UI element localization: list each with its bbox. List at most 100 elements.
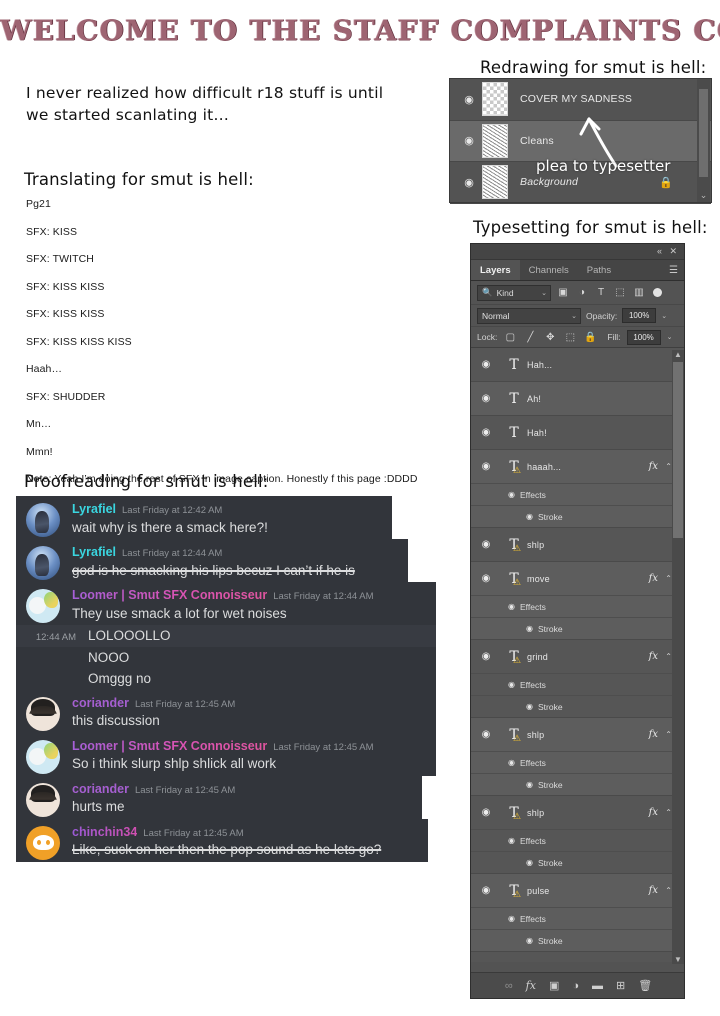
lock-transparency-icon[interactable]: ▢ xyxy=(503,332,517,343)
chevron-up-icon[interactable]: ⌃ xyxy=(665,462,672,471)
layer-row[interactable]: ◉ T ⚠ shlp fx ⌃ ◉ Effects ◉ Stroke xyxy=(471,718,684,796)
layer-visibility-eye-icon[interactable]: ◉ xyxy=(471,807,501,818)
filter-kind-select[interactable]: 🔍 Kind ⌄ xyxy=(477,284,551,301)
message-author[interactable]: coriander xyxy=(72,696,129,711)
layer-visibility-eye-icon[interactable]: ◉ xyxy=(471,651,501,662)
layer-list-scrollbar[interactable]: ▲ ▼ xyxy=(672,350,684,964)
layer-effect-row[interactable]: ◉ Effects xyxy=(471,595,684,617)
layer-fx-badge[interactable]: fx xyxy=(649,807,658,818)
avatar[interactable] xyxy=(26,696,60,731)
chevron-down-icon[interactable]: ⌄ xyxy=(571,312,577,320)
layer-effect-row[interactable]: ◉ Effects xyxy=(471,483,684,505)
avatar[interactable] xyxy=(26,589,60,623)
layer-effect-row[interactable]: ◉ Stroke xyxy=(471,505,684,527)
avatar[interactable] xyxy=(26,503,60,537)
layer-fx-badge[interactable]: fx xyxy=(649,651,658,662)
chevron-down-icon[interactable]: ⌄ xyxy=(541,289,547,297)
layer-visibility-eye-icon[interactable]: ◉ xyxy=(471,461,501,472)
layer-visibility-eye-icon[interactable]: ◉ xyxy=(456,93,482,106)
lock-position-icon[interactable]: ✥ xyxy=(543,332,557,343)
lock-artboard-icon[interactable]: ⬚ xyxy=(563,332,577,343)
layer-effect-row[interactable]: ◉ Effects xyxy=(471,829,684,851)
chevron-up-icon[interactable]: ⌃ xyxy=(665,652,672,661)
layer-effect-row[interactable]: ◉ Effects xyxy=(471,907,684,929)
new-group-icon[interactable]: ▬ xyxy=(592,980,603,992)
layer-row[interactable]: ◉ T Hah! xyxy=(471,416,684,450)
layer-visibility-eye-icon[interactable]: ◉ xyxy=(471,427,501,438)
link-layers-icon[interactable]: ∞ xyxy=(505,980,513,992)
effect-visibility-eye-icon[interactable]: ◉ xyxy=(515,858,533,867)
layer-row[interactable]: ◉ T ⚠ shlp fx ⌃ ◉ Effects ◉ Stroke xyxy=(471,796,684,874)
avatar[interactable] xyxy=(26,739,60,774)
message-author[interactable]: coriander xyxy=(72,782,129,797)
chevron-up-icon[interactable]: ⌃ xyxy=(665,730,672,739)
layer-visibility-eye-icon[interactable]: ◉ xyxy=(456,176,482,189)
avatar[interactable] xyxy=(26,782,60,817)
avatar[interactable] xyxy=(26,825,60,860)
adjustment-layer-icon[interactable]: ◑ xyxy=(572,980,579,992)
filter-adjustment-icon[interactable]: ◑ xyxy=(575,287,589,298)
effect-visibility-eye-icon[interactable]: ◉ xyxy=(515,624,533,633)
tab-layers[interactable]: Layers xyxy=(471,260,520,280)
layer-fx-badge[interactable]: fx xyxy=(649,461,658,472)
redraw-scrollbar-thumb[interactable] xyxy=(699,89,708,177)
layer-effect-row[interactable]: ◉ Stroke xyxy=(471,851,684,873)
avatar[interactable] xyxy=(26,546,60,580)
opacity-value[interactable]: 100% xyxy=(622,308,657,323)
new-layer-icon[interactable]: ⊞ xyxy=(616,979,625,992)
message-author[interactable]: chinchin34 xyxy=(72,825,137,840)
effect-visibility-eye-icon[interactable]: ◉ xyxy=(515,936,533,945)
effect-visibility-eye-icon[interactable]: ◉ xyxy=(497,680,515,689)
layer-effect-row[interactable]: ◉ Effects xyxy=(471,673,684,695)
chevron-up-icon[interactable]: ⌃ xyxy=(665,574,672,583)
filter-smart-object-icon[interactable]: ▥ xyxy=(632,287,646,298)
layer-row[interactable]: ◉ T⚠ pulse fx ⌃ ◉ Effects ◉ Stroke xyxy=(471,874,684,952)
effect-visibility-eye-icon[interactable]: ◉ xyxy=(497,602,515,611)
layer-visibility-eye-icon[interactable]: ◉ xyxy=(471,393,501,404)
layer-scrollbar-thumb[interactable] xyxy=(673,362,683,538)
scroll-up-icon[interactable]: ▲ xyxy=(672,350,684,359)
filter-type-icon[interactable]: T xyxy=(594,287,608,298)
effect-visibility-eye-icon[interactable]: ◉ xyxy=(497,758,515,767)
layer-visibility-eye-icon[interactable]: ◉ xyxy=(471,539,501,550)
redraw-scrollbar[interactable]: ⌄ xyxy=(697,79,710,202)
close-icon[interactable]: ✕ xyxy=(669,246,677,257)
layer-row[interactable]: ◉ T ⚠ shlp xyxy=(471,528,684,562)
effect-visibility-eye-icon[interactable]: ◉ xyxy=(497,836,515,845)
opacity-chevron-down-icon[interactable]: ⌄ xyxy=(661,312,667,320)
layer-visibility-eye-icon[interactable]: ◉ xyxy=(471,885,501,896)
message-author[interactable]: Lyrafiel xyxy=(72,502,116,517)
tab-paths[interactable]: Paths xyxy=(578,260,620,280)
layer-visibility-eye-icon[interactable]: ◉ xyxy=(471,359,501,370)
layer-visibility-eye-icon[interactable]: ◉ xyxy=(471,729,501,740)
effect-visibility-eye-icon[interactable]: ◉ xyxy=(497,490,515,499)
layer-effect-row[interactable]: ◉ Stroke xyxy=(471,773,684,795)
layer-fx-badge[interactable]: fx xyxy=(649,885,658,896)
message-author[interactable]: Loomer | Smut SFX Connoisseur xyxy=(72,588,267,603)
blend-mode-select[interactable]: Normal ⌄ xyxy=(477,307,581,324)
message-author[interactable]: Lyrafiel xyxy=(72,545,116,560)
message-author[interactable]: Loomer | Smut SFX Connoisseur xyxy=(72,739,267,754)
layer-row[interactable]: ◉ T ⚠ haaah... fx ⌃ ◉ Effects ◉ Stroke xyxy=(471,450,684,528)
fill-chevron-down-icon[interactable]: ⌄ xyxy=(667,333,673,341)
tab-channels[interactable]: Channels xyxy=(520,260,578,280)
layer-effect-row[interactable]: ◉ Stroke xyxy=(471,695,684,717)
effect-visibility-eye-icon[interactable]: ◉ xyxy=(515,512,533,521)
layer-row[interactable]: ◉ T Hah... xyxy=(471,348,684,382)
layer-row[interactable]: ◉ T ⚠ move fx ⌃ ◉ Effects ◉ Stroke xyxy=(471,562,684,640)
layer-row[interactable]: ◉ T ⚠ grind fx ⌃ ◉ Effects ◉ Stroke xyxy=(471,640,684,718)
effect-visibility-eye-icon[interactable]: ◉ xyxy=(515,780,533,789)
lock-image-icon[interactable]: ╱ xyxy=(523,332,537,343)
delete-layer-icon[interactable]: 🗑 xyxy=(638,979,652,992)
layer-row[interactable]: ◉ T Ah! xyxy=(471,382,684,416)
layer-fx-badge[interactable]: fx xyxy=(649,729,658,740)
filter-toggle-switch[interactable] xyxy=(653,288,662,297)
panel-menu-icon[interactable]: ☰ xyxy=(669,265,678,276)
chevron-down-icon[interactable]: ⌄ xyxy=(697,190,710,201)
lock-all-icon[interactable]: 🔒 xyxy=(583,332,597,343)
effect-visibility-eye-icon[interactable]: ◉ xyxy=(515,702,533,711)
chevron-up-icon[interactable]: ⌃ xyxy=(665,886,672,895)
layer-visibility-eye-icon[interactable]: ◉ xyxy=(456,134,482,147)
layer-effect-row[interactable]: ◉ Stroke xyxy=(471,617,684,639)
filter-pixel-icon[interactable]: ▣ xyxy=(556,287,570,298)
